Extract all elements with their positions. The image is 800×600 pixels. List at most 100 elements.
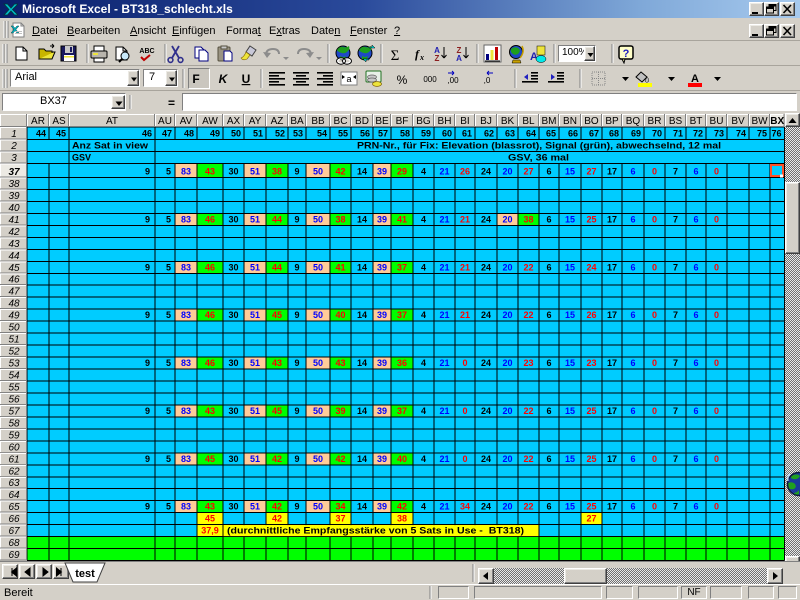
svg-text:5: 5: [166, 502, 171, 512]
svg-text:6: 6: [693, 262, 698, 272]
svg-text:51: 51: [250, 310, 260, 320]
svg-text:66: 66: [8, 514, 20, 525]
svg-text:39: 39: [377, 214, 387, 224]
svg-text:43: 43: [272, 358, 282, 368]
svg-text:BL: BL: [522, 116, 535, 127]
svg-text:0: 0: [714, 167, 719, 177]
svg-text:46: 46: [205, 358, 215, 368]
svg-text:21: 21: [460, 310, 470, 320]
svg-text:6: 6: [693, 406, 698, 416]
svg-text:76: 76: [771, 129, 781, 139]
svg-text:AT: AT: [106, 116, 118, 127]
svg-text:PRN-Nr., für Fix: Elevation (b: PRN-Nr., für Fix: Elevation (blassrot), …: [357, 141, 721, 151]
svg-text:20: 20: [502, 358, 512, 368]
svg-text:39: 39: [377, 502, 387, 512]
svg-text:7: 7: [673, 262, 678, 272]
svg-text:7: 7: [673, 167, 678, 177]
svg-text:20: 20: [502, 262, 512, 272]
svg-text:9: 9: [294, 454, 299, 464]
svg-text:BI: BI: [460, 116, 469, 127]
svg-text:7: 7: [673, 406, 678, 416]
svg-text:39: 39: [377, 454, 387, 464]
svg-text:17: 17: [607, 310, 617, 320]
svg-text:45: 45: [8, 263, 20, 274]
svg-text:6: 6: [630, 310, 635, 320]
svg-text:test: test: [75, 568, 95, 580]
svg-text:15: 15: [565, 167, 575, 177]
svg-text:6: 6: [630, 502, 635, 512]
svg-text:0: 0: [714, 358, 719, 368]
svg-text:44: 44: [272, 262, 282, 272]
svg-text:GSV: GSV: [72, 153, 91, 163]
svg-text:4: 4: [421, 214, 426, 224]
svg-text:37: 37: [397, 262, 407, 272]
svg-text:AX: AX: [227, 116, 241, 127]
svg-text:21: 21: [439, 214, 449, 224]
svg-text:3: 3: [11, 153, 17, 164]
svg-text:BR: BR: [648, 116, 662, 127]
svg-text:41: 41: [335, 262, 345, 272]
svg-text:0: 0: [652, 406, 657, 416]
svg-text:6: 6: [693, 167, 698, 177]
svg-text:67: 67: [8, 526, 20, 537]
svg-text:38: 38: [8, 179, 20, 190]
svg-text:53: 53: [8, 359, 20, 370]
svg-text:14: 14: [357, 406, 367, 416]
svg-text:BK: BK: [501, 116, 515, 127]
svg-text:52: 52: [8, 347, 20, 358]
svg-text:43: 43: [205, 167, 215, 177]
svg-text:24: 24: [481, 167, 491, 177]
svg-text:83: 83: [181, 310, 191, 320]
svg-text:57: 57: [378, 129, 388, 139]
svg-text:14: 14: [357, 502, 367, 512]
svg-text:83: 83: [181, 358, 191, 368]
svg-text:14: 14: [357, 358, 367, 368]
svg-text:20: 20: [502, 454, 512, 464]
svg-text:51: 51: [253, 129, 263, 139]
svg-text:GSV, 36 mal: GSV, 36 mal: [508, 153, 569, 163]
svg-text:75: 75: [757, 129, 767, 139]
svg-text:AZ: AZ: [271, 116, 284, 127]
svg-text:25: 25: [586, 406, 596, 416]
svg-text:6: 6: [546, 454, 551, 464]
svg-text:25: 25: [586, 502, 596, 512]
svg-text:6: 6: [630, 358, 635, 368]
svg-text:69: 69: [8, 550, 20, 561]
svg-text:20: 20: [502, 406, 512, 416]
svg-text:50: 50: [313, 502, 323, 512]
svg-text:7: 7: [673, 358, 678, 368]
svg-text:AV: AV: [180, 116, 193, 127]
svg-text:15: 15: [565, 310, 575, 320]
svg-text:71: 71: [673, 129, 683, 139]
svg-text:64: 64: [8, 490, 20, 501]
svg-text:48: 48: [184, 129, 194, 139]
svg-text:43: 43: [205, 406, 215, 416]
svg-text:39: 39: [377, 262, 387, 272]
svg-text:5: 5: [166, 262, 171, 272]
svg-text:24: 24: [481, 214, 491, 224]
svg-text:6: 6: [693, 214, 698, 224]
svg-text:20: 20: [502, 310, 512, 320]
svg-text:64: 64: [526, 129, 536, 139]
svg-text:BU: BU: [710, 116, 724, 127]
svg-text:44: 44: [8, 251, 20, 262]
svg-text:9: 9: [145, 502, 150, 512]
svg-text:0: 0: [714, 310, 719, 320]
svg-text:50: 50: [313, 214, 323, 224]
svg-text:5: 5: [166, 310, 171, 320]
svg-text:55: 55: [338, 129, 348, 139]
svg-text:14: 14: [357, 262, 367, 272]
svg-text:43: 43: [335, 358, 345, 368]
svg-text:63: 63: [8, 478, 20, 489]
svg-text:39: 39: [8, 191, 20, 202]
svg-text:14: 14: [357, 167, 367, 177]
svg-text:6: 6: [693, 502, 698, 512]
svg-text:BW: BW: [751, 116, 768, 127]
svg-text:62: 62: [484, 129, 494, 139]
svg-text:58: 58: [400, 129, 410, 139]
svg-text:68: 68: [609, 129, 619, 139]
svg-text:BQ: BQ: [626, 116, 641, 127]
svg-text:BB: BB: [311, 116, 325, 127]
svg-text:4: 4: [421, 310, 426, 320]
svg-text:BM: BM: [542, 116, 557, 127]
